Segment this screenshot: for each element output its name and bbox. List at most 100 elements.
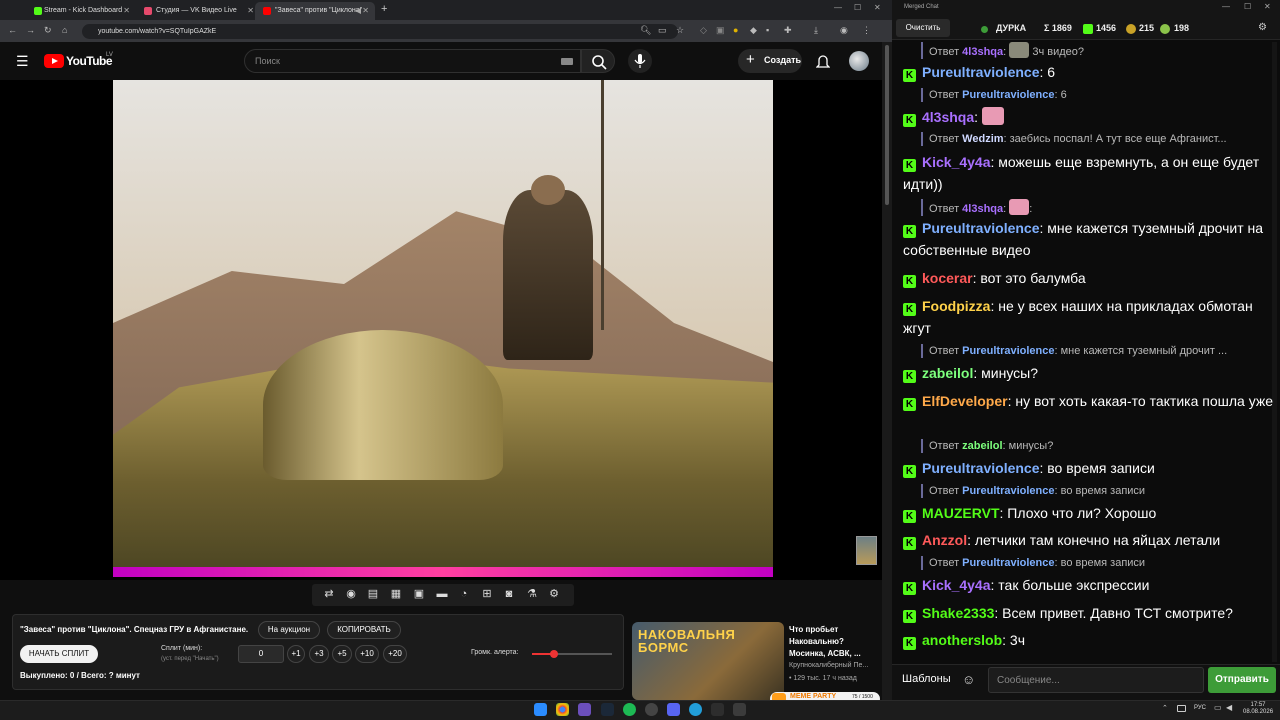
app-icon[interactable] <box>733 703 746 716</box>
chat-settings-gear-icon[interactable]: ⚙ <box>1258 22 1267 33</box>
network-icon[interactable]: ▭ <box>1214 703 1222 712</box>
close-window-icon[interactable]: ✕ <box>874 3 881 12</box>
tab-vk-studio[interactable]: Студия — VK Видео Live ✕ <box>136 2 260 20</box>
close-tab-icon[interactable]: ✕ <box>247 6 254 15</box>
recommendation-channel[interactable]: Крупнокалиберный Пе... <box>789 662 868 669</box>
profile-icon[interactable]: ◉ <box>840 25 848 36</box>
chat-message-input[interactable]: Сообщение... <box>988 667 1204 693</box>
obs-icon[interactable] <box>645 703 658 716</box>
language-indicator[interactable]: РУС <box>1194 705 1206 711</box>
split-minutes-input[interactable]: 0 <box>238 645 284 663</box>
discord-icon[interactable] <box>667 703 680 716</box>
taskbar-clock[interactable]: 17:57 08.08.2026 <box>1243 702 1273 716</box>
notifications-bell-icon[interactable] <box>816 53 830 69</box>
address-bar[interactable]: youtube.com/watch?v=SQTuIpGAZkE <box>82 24 678 39</box>
maximize-icon[interactable]: ☐ <box>1244 2 1251 11</box>
chat-username[interactable]: Pureultraviolence <box>922 64 1040 80</box>
extension-icon[interactable]: ▣ <box>716 25 725 36</box>
start-split-button[interactable]: НАЧАТЬ СПЛИТ <box>20 645 98 663</box>
minimize-icon[interactable]: — <box>1222 2 1230 11</box>
avatar[interactable] <box>849 51 869 71</box>
reply-username[interactable]: Wedzim <box>962 133 1003 145</box>
speaker-icon[interactable]: ◀ <box>355 6 361 15</box>
speed-gauge-icon[interactable]: ◔ <box>457 587 471 601</box>
reply-username[interactable]: 4l3shqa <box>962 46 1003 58</box>
chat-username[interactable]: anotherslob <box>922 632 1002 648</box>
chat-username[interactable]: Kick_4y4a <box>922 577 991 593</box>
new-tab-button[interactable]: + <box>381 3 387 15</box>
playlist-icon[interactable]: ▤ <box>366 587 380 601</box>
search-input[interactable]: Поиск <box>244 49 581 73</box>
clear-chat-button[interactable]: Очистить <box>896 19 950 37</box>
settings-gear-icon[interactable]: ⚙ <box>547 587 561 601</box>
chat-username[interactable]: Kick_4y4a <box>922 154 991 170</box>
telegram-icon[interactable] <box>689 703 702 716</box>
close-tab-icon[interactable]: ✕ <box>123 6 130 15</box>
forward-icon[interactable]: → <box>26 25 35 35</box>
theater-icon[interactable]: ▬ <box>435 587 449 601</box>
templates-button[interactable]: Шаблоны <box>902 673 951 685</box>
extension-icon[interactable]: ● <box>733 25 738 35</box>
picture-in-picture-icon[interactable]: ▣ <box>412 587 426 601</box>
chat-username[interactable]: kocerar <box>922 270 973 286</box>
zoom-icon[interactable]: 🔍︎ <box>640 25 651 36</box>
emoji-icon[interactable]: ☺ <box>962 672 975 687</box>
windows-start-icon[interactable] <box>534 703 547 716</box>
tab-youtube-video[interactable]: "Завеса" против "Циклона" ◀ ✕ <box>255 2 375 20</box>
extension-icon[interactable]: ◇ <box>700 25 707 36</box>
increment-button[interactable]: +5 <box>332 645 352 663</box>
download-icon[interactable]: ⤓ <box>814 25 818 36</box>
reply-username[interactable]: Pureultraviolence <box>962 89 1054 101</box>
keyboard-icon[interactable] <box>561 58 573 65</box>
chat-username[interactable]: 4l3shqa <box>922 109 974 125</box>
create-button[interactable]: + Создать <box>738 49 802 73</box>
volume-slider[interactable] <box>532 650 612 658</box>
increment-button[interactable]: +3 <box>309 645 329 663</box>
chat-username[interactable]: Pureultraviolence <box>922 220 1040 236</box>
extensions-puzzle-icon[interactable]: ✚ <box>784 25 792 36</box>
reply-username[interactable]: zabeilol <box>962 440 1002 452</box>
back-icon[interactable]: ← <box>8 25 17 35</box>
chat-username[interactable]: zabeilol <box>922 365 973 381</box>
reload-icon[interactable]: ↻ <box>44 25 52 36</box>
chat-scrollbar[interactable] <box>1272 42 1277 662</box>
tray-chevron-icon[interactable]: ⌃ <box>1162 704 1168 712</box>
recommendation-title[interactable]: Что пробьет Наковальню? Мосинка, АСВК, .… <box>789 624 875 660</box>
youtube-logo-icon[interactable] <box>44 54 64 68</box>
send-button[interactable]: Отправить <box>1208 667 1276 693</box>
app-icon[interactable] <box>578 703 591 716</box>
reply-username[interactable]: Pureultraviolence <box>962 345 1054 357</box>
chat-username[interactable]: ElfDeveloper <box>922 393 1008 409</box>
loop-icon[interactable]: ⇄ <box>322 587 336 601</box>
screenshot-camera-icon[interactable]: ◙ <box>502 587 516 601</box>
minimize-icon[interactable]: — <box>834 3 842 12</box>
spotify-icon[interactable] <box>623 703 636 716</box>
clapper-icon[interactable]: ▦ <box>389 587 403 601</box>
voice-search-button[interactable] <box>628 49 652 73</box>
close-window-icon[interactable]: ✕ <box>1264 2 1271 11</box>
home-icon[interactable]: ⌂ <box>62 25 67 35</box>
chat-username[interactable]: Pureultraviolence <box>922 460 1040 476</box>
copy-button[interactable]: КОПИРОВАТЬ <box>327 621 401 639</box>
chat-username[interactable]: Foodpizza <box>922 298 990 314</box>
bookmark-star-icon[interactable]: ☆ <box>676 25 684 36</box>
extension-icon[interactable]: ◆ <box>750 25 757 36</box>
auction-button[interactable]: На аукцион <box>258 621 320 639</box>
reply-username[interactable]: Pureultraviolence <box>962 557 1054 569</box>
flask-icon[interactable]: ⚗ <box>525 587 539 601</box>
maximize-icon[interactable]: ☐ <box>854 3 861 12</box>
steam-icon[interactable] <box>601 703 614 716</box>
close-tab-icon[interactable]: ✕ <box>362 6 369 15</box>
reply-username[interactable]: 4l3shqa <box>962 203 1003 215</box>
video-frame[interactable] <box>113 80 773 577</box>
add-icon[interactable]: ⊞ <box>480 587 494 601</box>
chat-username[interactable]: Anzzol <box>922 532 967 548</box>
scrollbar-thumb[interactable] <box>885 45 889 205</box>
hamburger-menu-icon[interactable]: ☰ <box>16 53 29 70</box>
reply-username[interactable]: Pureultraviolence <box>962 485 1054 497</box>
extension-icon[interactable]: ▪ <box>766 25 769 35</box>
search-button[interactable] <box>581 49 615 73</box>
tab-kick-dashboard[interactable]: Stream - Kick Dashboard ✕ <box>10 2 136 20</box>
video-end-thumbnail[interactable] <box>856 536 877 565</box>
chrome-icon[interactable] <box>556 703 569 716</box>
